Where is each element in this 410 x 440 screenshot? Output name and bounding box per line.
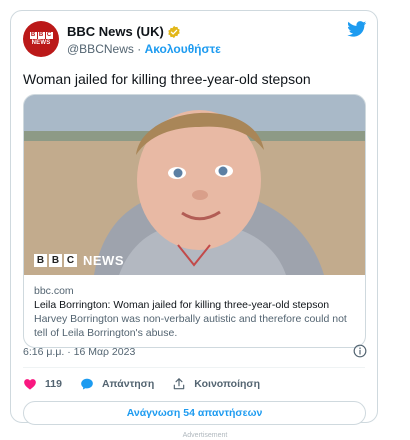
reply-button[interactable]: Απάντηση xyxy=(80,377,154,391)
bbc-news-watermark: B B C NEWS xyxy=(34,253,124,268)
twitter-bird-icon[interactable] xyxy=(347,21,367,37)
brand-letter: C xyxy=(64,254,77,267)
read-replies-button[interactable]: Ανάγνωση 54 απαντήσεων xyxy=(23,401,366,425)
share-label: Κοινοποίηση xyxy=(194,378,261,390)
share-button[interactable]: Κοινοποίηση xyxy=(172,377,260,391)
reply-icon xyxy=(81,378,93,390)
avatar-logo: B B C xyxy=(29,32,53,39)
child-photo-illustration xyxy=(24,95,365,275)
heart-icon xyxy=(24,379,36,390)
handle-row: @BBCNews · Ακολουθήστε xyxy=(67,42,221,56)
separator-dot: · xyxy=(137,42,142,56)
tweet-text: Woman jailed for killing three-year-old … xyxy=(23,71,311,87)
brand-letter: B xyxy=(34,254,47,267)
avatar-letter: B xyxy=(37,32,45,39)
like-button[interactable]: 119 xyxy=(23,377,62,391)
link-preview-card[interactable]: B B C NEWS bbc.com Leila Borrington: Wom… xyxy=(23,94,366,348)
author-handle[interactable]: @BBCNews xyxy=(67,42,134,56)
follow-button[interactable]: Ακολουθήστε xyxy=(145,42,221,56)
avatar-letter: C xyxy=(45,32,53,39)
author-name[interactable]: BBC News (UK) xyxy=(67,24,164,39)
embedded-tweet: B B C NEWS BBC News (UK) @BBCNews · Ακολ… xyxy=(10,10,378,425)
link-meta: bbc.com Leila Borrington: Woman jailed f… xyxy=(24,275,365,340)
share-icon xyxy=(174,378,185,390)
tweet-timestamp[interactable]: 6:16 μ.μ. · 16 Μαρ 2023 xyxy=(23,346,135,358)
link-domain: bbc.com xyxy=(34,285,74,297)
like-count: 119 xyxy=(45,378,62,390)
info-icon[interactable] xyxy=(353,344,367,358)
brand-letter: B xyxy=(49,254,62,267)
verified-badge-icon xyxy=(168,25,180,38)
author-name-row: BBC News (UK) xyxy=(67,24,181,39)
avatar[interactable]: B B C NEWS xyxy=(23,21,59,57)
reply-label: Απάντηση xyxy=(101,378,155,390)
advertisement-label: Advertisement xyxy=(182,432,228,439)
divider xyxy=(23,367,365,368)
article-photo: B B C NEWS xyxy=(24,95,365,275)
avatar-letter: B xyxy=(29,32,37,39)
brand-word: NEWS xyxy=(83,253,124,268)
link-title[interactable]: Leila Borrington: Woman jailed for killi… xyxy=(34,298,355,312)
link-description: Harvey Borrington was non-verbally autis… xyxy=(34,313,347,339)
avatar-word: NEWS xyxy=(31,40,51,46)
action-bar: 119 Απάντηση Κοινοποίηση xyxy=(23,377,278,391)
